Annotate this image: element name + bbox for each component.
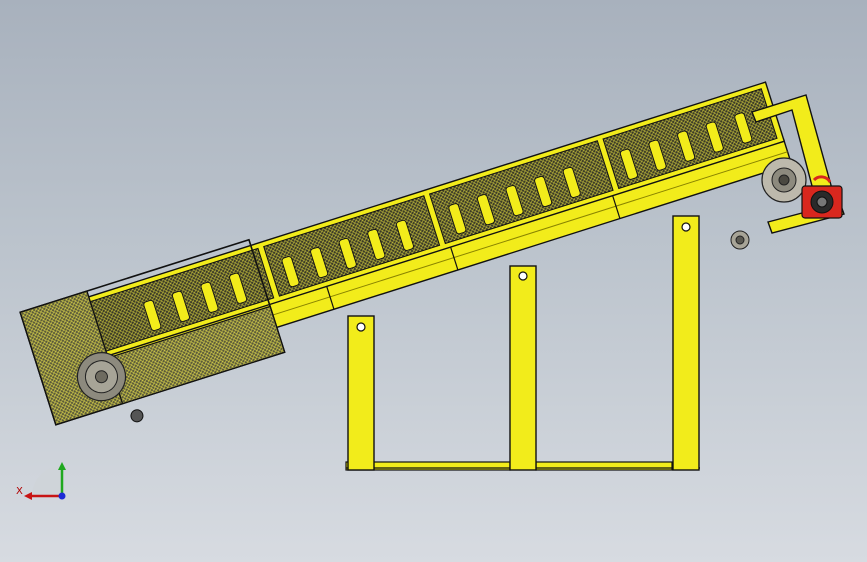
snub-roller <box>730 230 750 250</box>
z-axis-dot <box>58 492 66 500</box>
base-rail-right <box>535 461 673 471</box>
pivot-hole-icon <box>681 222 691 232</box>
support-leg-3 <box>672 215 700 471</box>
coordinate-triad-icon <box>24 462 66 500</box>
support-leg-1 <box>347 315 375 471</box>
conveyor-model-view[interactable] <box>0 0 867 562</box>
pivot-hole-icon <box>518 271 528 281</box>
x-axis-label: X <box>16 486 23 497</box>
pivot-hole-icon <box>356 322 366 332</box>
support-leg-2 <box>509 265 537 471</box>
cad-viewport[interactable]: X <box>0 0 867 562</box>
head-pulley <box>761 157 807 203</box>
caster-wheel-icon <box>130 409 144 423</box>
